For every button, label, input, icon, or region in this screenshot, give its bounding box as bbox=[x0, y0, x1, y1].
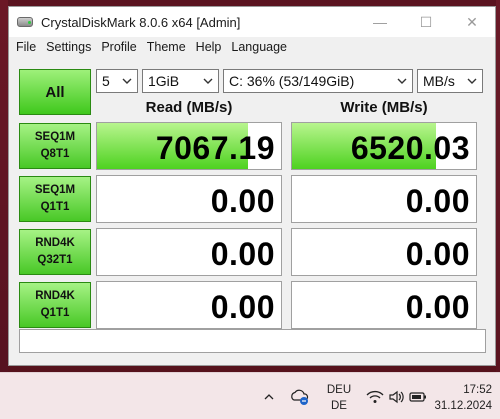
test-label-line2: Q8T1 bbox=[40, 148, 70, 160]
window-title: CrystalDiskMark 8.0.6 x64 [Admin] bbox=[41, 14, 241, 30]
desktop-background-left bbox=[0, 0, 8, 372]
keyboard-layout: DE bbox=[331, 400, 347, 412]
drive-select[interactable]: C: 36% (53/149GiB) bbox=[223, 69, 413, 93]
desktop-background-right bbox=[496, 0, 500, 372]
crystaldiskmark-window: CrystalDiskMark 8.0.6 x64 [Admin] — ☐ ✕ … bbox=[8, 6, 496, 366]
wifi-icon[interactable] bbox=[366, 387, 384, 407]
write-result-cell: 0.00 bbox=[291, 175, 477, 223]
test-rnd4k-q1t1-button[interactable]: RND4K Q1T1 bbox=[19, 282, 91, 328]
disk-app-icon bbox=[17, 14, 33, 30]
chevron-down-icon bbox=[122, 78, 132, 84]
test-count-value: 5 bbox=[102, 73, 110, 89]
test-label-line2: Q1T1 bbox=[40, 307, 70, 319]
benchmark-panel: All 5 1GiB C: 36% (53/149GiB) MB/s Read … bbox=[15, 63, 491, 361]
test-label-line1: RND4K bbox=[35, 237, 75, 249]
close-button[interactable]: ✕ bbox=[449, 7, 495, 37]
unit-select[interactable]: MB/s bbox=[417, 69, 483, 93]
test-label-line2: Q32T1 bbox=[37, 254, 73, 266]
test-rnd4k-q32t1-button[interactable]: RND4K Q32T1 bbox=[19, 229, 91, 275]
battery-icon[interactable] bbox=[409, 387, 427, 407]
read-result-cell: 7067.19 bbox=[96, 122, 282, 170]
test-seq1m-q1t1-button[interactable]: SEQ1M Q1T1 bbox=[19, 176, 91, 222]
chevron-down-icon bbox=[203, 78, 213, 84]
menu-theme[interactable]: Theme bbox=[142, 37, 191, 57]
write-value: 0.00 bbox=[405, 236, 470, 272]
write-value: 6520.03 bbox=[350, 130, 470, 166]
unit-value: MB/s bbox=[423, 73, 455, 89]
maximize-button[interactable]: ☐ bbox=[403, 7, 449, 37]
read-value: 0.00 bbox=[210, 236, 275, 272]
comment-field[interactable] bbox=[19, 329, 486, 353]
chevron-down-icon bbox=[467, 78, 477, 84]
test-label-line1: SEQ1M bbox=[34, 131, 76, 143]
write-result-cell: 0.00 bbox=[291, 228, 477, 276]
test-label-line1: SEQ1M bbox=[34, 184, 76, 196]
clock-date: 31.12.2024 bbox=[434, 400, 492, 412]
read-result-cell: 0.00 bbox=[96, 228, 282, 276]
language-code: DEU bbox=[326, 384, 352, 396]
test-size-value: 1GiB bbox=[148, 73, 180, 89]
write-value: 0.00 bbox=[405, 183, 470, 219]
minimize-button[interactable]: — bbox=[357, 7, 403, 37]
test-size-select[interactable]: 1GiB bbox=[142, 69, 219, 93]
menu-bar: File Settings Profile Theme Help Languag… bbox=[9, 37, 495, 57]
read-result-cell: 0.00 bbox=[96, 281, 282, 329]
write-column-header: Write (MB/s) bbox=[340, 99, 428, 116]
write-result-cell: 0.00 bbox=[291, 281, 477, 329]
test-count-select[interactable]: 5 bbox=[96, 69, 138, 93]
run-all-button[interactable]: All bbox=[19, 69, 91, 115]
write-result-cell: 6520.03 bbox=[291, 122, 477, 170]
chevron-up-icon[interactable] bbox=[262, 387, 276, 407]
taskbar: DEU DE 17:52 31.12.2024 bbox=[0, 372, 500, 419]
read-result-cell: 0.00 bbox=[96, 175, 282, 223]
write-value: 0.00 bbox=[405, 289, 470, 325]
menu-settings[interactable]: Settings bbox=[41, 37, 96, 57]
test-label-line2: Q1T1 bbox=[40, 201, 70, 213]
onedrive-sync-icon[interactable] bbox=[290, 387, 310, 407]
read-value: 0.00 bbox=[210, 289, 275, 325]
read-value: 7067.19 bbox=[155, 130, 275, 166]
menu-profile[interactable]: Profile bbox=[96, 37, 141, 57]
input-language-indicator[interactable]: DEU DE bbox=[322, 382, 356, 414]
title-bar[interactable]: CrystalDiskMark 8.0.6 x64 [Admin] — ☐ ✕ bbox=[9, 7, 495, 37]
clock-time: 17:52 bbox=[463, 384, 492, 396]
system-clock[interactable]: 17:52 31.12.2024 bbox=[434, 382, 492, 414]
read-column-header: Read (MB/s) bbox=[145, 99, 233, 116]
drive-value: C: 36% (53/149GiB) bbox=[229, 73, 355, 89]
speaker-icon[interactable] bbox=[388, 387, 406, 407]
menu-file[interactable]: File bbox=[11, 37, 41, 57]
test-label-line1: RND4K bbox=[35, 290, 75, 302]
test-seq1m-q8t1-button[interactable]: SEQ1M Q8T1 bbox=[19, 123, 91, 169]
chevron-down-icon bbox=[397, 78, 407, 84]
menu-language[interactable]: Language bbox=[226, 37, 292, 57]
menu-help[interactable]: Help bbox=[191, 37, 227, 57]
read-value: 0.00 bbox=[210, 183, 275, 219]
